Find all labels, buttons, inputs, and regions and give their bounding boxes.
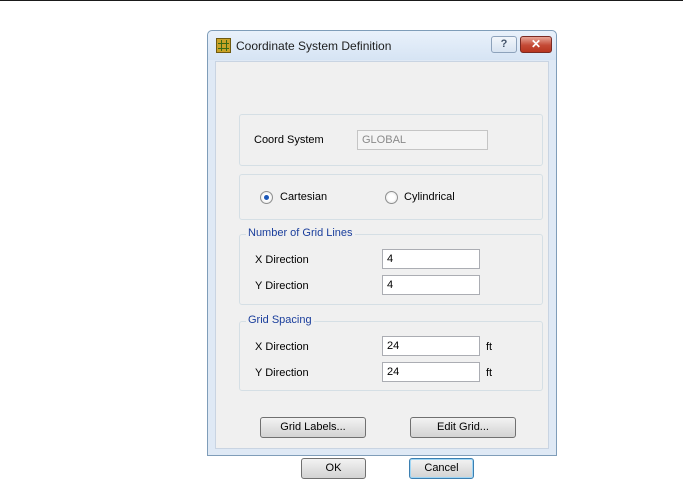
grid-spacing-x-unit: ft (486, 341, 493, 353)
grid-spacing-x-input[interactable]: 24 (382, 336, 480, 356)
cartesian-label[interactable]: Cartesian (280, 191, 327, 203)
cylindrical-label[interactable]: Cylindrical (404, 191, 455, 203)
app-grid-icon (216, 38, 231, 53)
grid-lines-y-input[interactable]: 4 (382, 275, 480, 295)
coord-system-label: Coord System (254, 134, 324, 146)
system-type-group: Cartesian Cylindrical (239, 174, 543, 220)
grid-labels-button[interactable]: Grid Labels... (260, 417, 366, 438)
ok-button[interactable]: OK (301, 458, 366, 479)
cancel-button[interactable]: Cancel (409, 458, 474, 479)
coord-system-field: GLOBAL (357, 130, 488, 150)
grid-lines-y-label: Y Direction (255, 280, 309, 292)
grid-lines-x-input[interactable]: 4 (382, 249, 480, 269)
grid-spacing-y-label: Y Direction (255, 367, 309, 379)
cartesian-radio[interactable] (260, 191, 273, 204)
grid-lines-x-label: X Direction (255, 254, 309, 266)
grid-spacing-legend: Grid Spacing (246, 314, 314, 326)
dialog-body: Coord System GLOBAL Cartesian Cylindrica… (215, 61, 549, 479)
dialog-title: Coordinate System Definition (236, 39, 392, 53)
close-button[interactable]: ✕ (520, 36, 552, 53)
coordinate-system-dialog: Coordinate System Definition ? ✕ Coord S… (207, 30, 557, 479)
edit-grid-button[interactable]: Edit Grid... (410, 417, 516, 438)
top-divider (0, 0, 683, 1)
grid-spacing-y-unit: ft (486, 367, 493, 379)
grid-spacing-x-label: X Direction (255, 341, 309, 353)
help-button[interactable]: ? (491, 36, 517, 53)
coord-system-group: Coord System GLOBAL (239, 114, 543, 166)
cylindrical-radio[interactable] (385, 191, 398, 204)
grid-lines-group: Number of Grid Lines X Direction 4 Y Dir… (239, 227, 543, 305)
dialog-titlebar[interactable]: Coordinate System Definition ? ✕ (208, 31, 556, 60)
grid-spacing-y-input[interactable]: 24 (382, 362, 480, 382)
grid-lines-legend: Number of Grid Lines (246, 227, 355, 239)
grid-spacing-group: Grid Spacing X Direction 24 ft Y Directi… (239, 314, 543, 391)
